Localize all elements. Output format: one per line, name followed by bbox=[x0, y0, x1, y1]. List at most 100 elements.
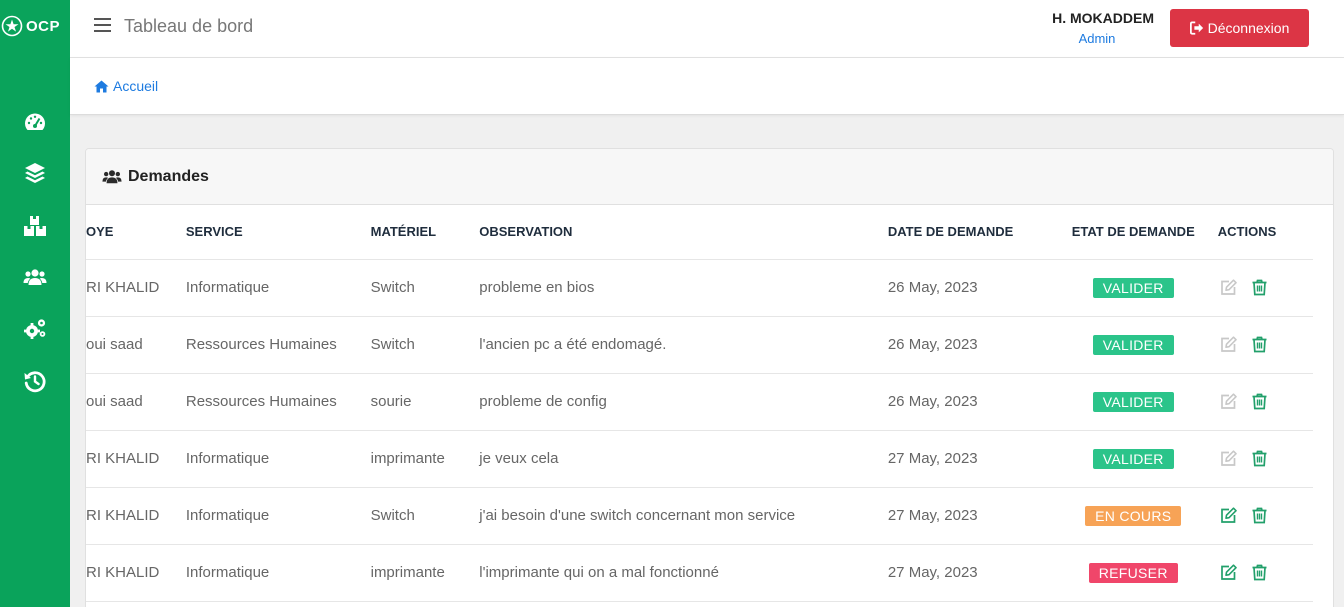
requests-table: OYE SERVICE MATÉRIEL OBSERVATION DATE DE… bbox=[86, 205, 1313, 602]
users-icon bbox=[23, 269, 47, 285]
cell-service: Ressources Humaines bbox=[185, 316, 371, 374]
table-row: oui saad Ressources Humaines Switch l'ancie… bbox=[86, 316, 1313, 374]
edit-icon bbox=[1220, 507, 1237, 523]
col-header-actions: ACTIONS bbox=[1213, 205, 1313, 260]
edit-icon bbox=[1220, 393, 1237, 409]
cell-materiel: Switch bbox=[370, 259, 480, 317]
cell-date: 27 May, 2023 bbox=[887, 430, 1053, 488]
cell-actions bbox=[1213, 316, 1313, 374]
status-badge: VALIDER bbox=[1092, 277, 1174, 298]
table-row: RI KHALID Informatique Switch j'ai besoin d… bbox=[86, 487, 1313, 545]
logout-button[interactable]: Déconnexion bbox=[1170, 9, 1309, 47]
cell-actions bbox=[1213, 487, 1313, 545]
col-header-service[interactable]: SERVICE bbox=[185, 205, 371, 260]
status-badge: VALIDER bbox=[1092, 448, 1174, 469]
delete-button[interactable] bbox=[1251, 450, 1268, 467]
col-header-observation[interactable]: OBSERVATION bbox=[479, 205, 888, 260]
sidebar-item-layers[interactable] bbox=[22, 161, 48, 185]
cell-observation: j'ai besoin d'une switch concernant mon … bbox=[479, 487, 888, 545]
edit-button bbox=[1220, 393, 1237, 410]
sidebar-item-settings[interactable] bbox=[22, 317, 48, 341]
cell-materiel: imprimante bbox=[370, 544, 480, 602]
logo-text: OCP bbox=[26, 17, 61, 35]
col-header-date[interactable]: DATE DE DEMANDE bbox=[887, 205, 1053, 260]
col-header-employe[interactable]: OYE bbox=[86, 205, 186, 260]
cell-materiel: Switch bbox=[370, 487, 480, 545]
cell-observation: je veux cela bbox=[479, 430, 888, 488]
sidebar-item-dashboard[interactable] bbox=[22, 110, 48, 134]
cell-actions bbox=[1213, 544, 1313, 602]
user-role[interactable]: Admin bbox=[1074, 31, 1120, 46]
delete-button[interactable] bbox=[1251, 507, 1268, 524]
trash-icon bbox=[1252, 450, 1267, 467]
sidebar: OCP bbox=[0, 0, 70, 607]
delete-button[interactable] bbox=[1251, 564, 1268, 581]
cell-actions bbox=[1213, 430, 1313, 488]
cell-materiel: imprimante bbox=[370, 430, 480, 488]
ocp-logo[interactable]: OCP bbox=[0, 14, 70, 38]
cell-date: 26 May, 2023 bbox=[887, 373, 1053, 431]
edit-icon bbox=[1220, 336, 1237, 352]
breadcrumb-home-link[interactable]: Accueil bbox=[94, 78, 158, 94]
edit-button[interactable] bbox=[1220, 507, 1237, 524]
cell-service: Informatique bbox=[185, 430, 371, 488]
trash-icon bbox=[1252, 393, 1267, 410]
cell-actions bbox=[1213, 259, 1313, 317]
breadcrumb-home-label: Accueil bbox=[113, 78, 159, 94]
cell-etat: VALIDER bbox=[1052, 373, 1214, 431]
cell-service: Ressources Humaines bbox=[185, 373, 371, 431]
cell-employe: RI KHALID bbox=[86, 259, 186, 317]
cell-etat: VALIDER bbox=[1052, 430, 1214, 488]
cell-observation: l'ancien pc a été endomagé. bbox=[479, 316, 888, 374]
cell-etat: REFUSER bbox=[1052, 544, 1214, 602]
edit-button bbox=[1220, 450, 1237, 467]
edit-icon bbox=[1220, 279, 1237, 295]
trash-icon bbox=[1252, 279, 1267, 296]
trash-icon bbox=[1252, 336, 1267, 353]
delete-button[interactable] bbox=[1251, 279, 1268, 296]
cell-actions bbox=[1213, 373, 1313, 431]
cell-etat: EN COURS bbox=[1052, 487, 1214, 545]
logout-label: Déconnexion bbox=[1207, 20, 1290, 36]
cell-materiel: sourie bbox=[370, 373, 480, 431]
cell-employe: RI KHALID bbox=[86, 430, 186, 488]
sidebar-item-inventory[interactable] bbox=[22, 214, 48, 238]
col-header-etat[interactable]: ETAT DE DEMANDE bbox=[1052, 205, 1214, 260]
cell-etat: VALIDER bbox=[1052, 316, 1214, 374]
trash-icon bbox=[1252, 564, 1267, 581]
cogs-icon bbox=[24, 319, 46, 339]
table-row: RI KHALID Informatique Switch probleme en b… bbox=[86, 259, 1313, 317]
status-badge: EN COURS bbox=[1085, 505, 1182, 526]
table-row: RI KHALID Informatique imprimante je veux c… bbox=[86, 430, 1313, 488]
user-name: H. MOKADDEM bbox=[1052, 10, 1154, 26]
cell-employe: oui saad bbox=[86, 316, 186, 374]
cell-observation: probleme en bios bbox=[479, 259, 888, 317]
cell-employe: RI KHALID bbox=[86, 487, 186, 545]
card-title: Demandes bbox=[128, 167, 209, 185]
table-row: RI KHALID Informatique imprimante l'imprima… bbox=[86, 544, 1313, 602]
edit-button bbox=[1220, 279, 1237, 296]
breadcrumb-bar: Accueil bbox=[70, 58, 1344, 115]
cell-employe: oui saad bbox=[86, 373, 186, 431]
layers-icon bbox=[25, 163, 45, 183]
hamburger-menu-icon[interactable] bbox=[94, 18, 111, 33]
cell-materiel: Switch bbox=[370, 316, 480, 374]
status-badge: VALIDER bbox=[1092, 391, 1174, 412]
gauge-icon bbox=[25, 113, 45, 130]
delete-button[interactable] bbox=[1251, 393, 1268, 410]
users-icon bbox=[102, 169, 122, 183]
boxes-icon bbox=[24, 216, 46, 236]
topbar: Tableau de bord H. MOKADDEM Admin Déconn… bbox=[70, 0, 1344, 58]
delete-button[interactable] bbox=[1251, 336, 1268, 353]
table-row: oui saad Ressources Humaines sourie problem… bbox=[86, 373, 1313, 431]
sidebar-item-users[interactable] bbox=[22, 265, 48, 289]
cell-etat: VALIDER bbox=[1052, 259, 1214, 317]
col-header-materiel[interactable]: MATÉRIEL bbox=[370, 205, 480, 260]
status-badge: REFUSER bbox=[1088, 562, 1178, 583]
edit-button[interactable] bbox=[1220, 564, 1237, 581]
edit-icon bbox=[1220, 564, 1237, 580]
card-header: Demandes bbox=[86, 149, 1333, 205]
sidebar-item-history[interactable] bbox=[22, 369, 48, 393]
ocp-logo-icon bbox=[1, 15, 23, 37]
cell-service: Informatique bbox=[185, 544, 371, 602]
